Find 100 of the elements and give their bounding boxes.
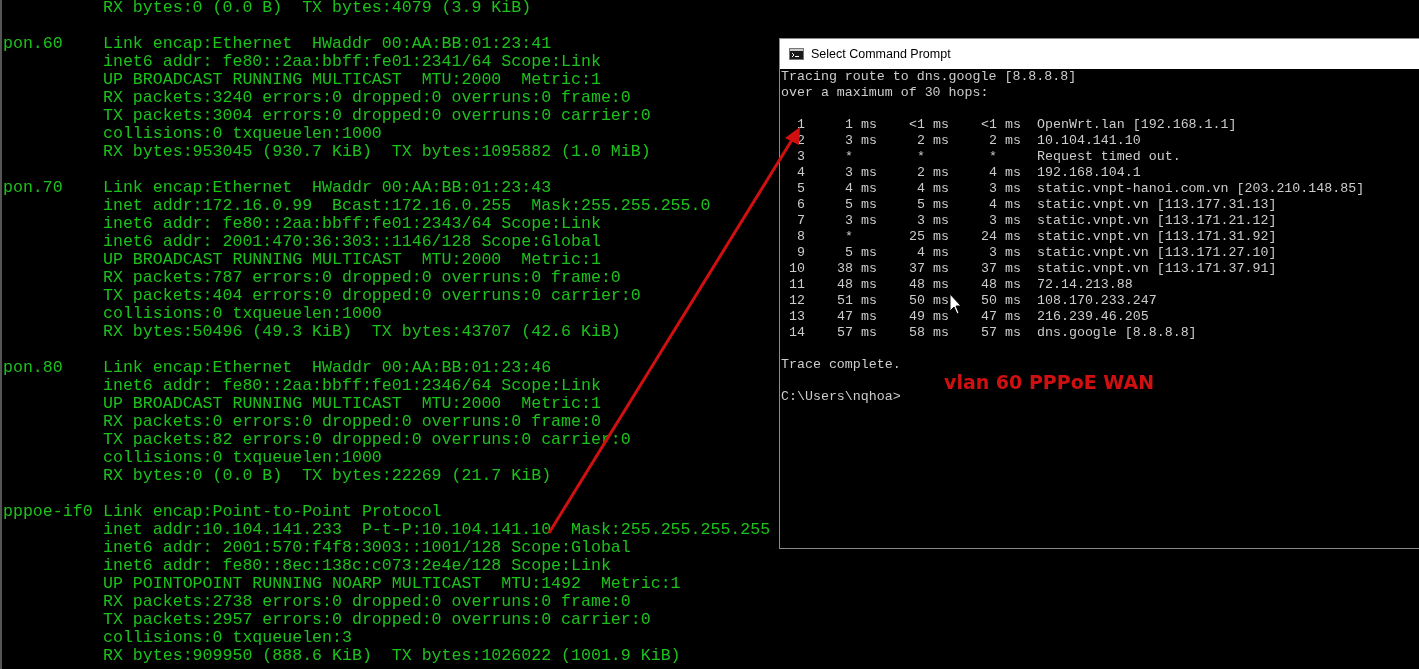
latency-unit: ms	[933, 181, 949, 197]
hop-number: 13	[789, 309, 805, 325]
hop-host: static.vnpt.vn [113.171.21.12]	[1037, 213, 1277, 229]
latency-value: 5	[845, 197, 854, 213]
latency-value: 3	[917, 213, 926, 229]
hop-host: 72.14.213.88	[1037, 277, 1133, 293]
hop-number: 4	[797, 165, 805, 181]
latency-value: 3	[845, 133, 854, 149]
output-line: Trace complete.	[781, 357, 901, 373]
latency-unit: ms	[861, 133, 877, 149]
hop-host: static.vnpt.vn [113.171.27.10]	[1037, 245, 1277, 261]
hop-host: static.vnpt.vn [113.177.31.13]	[1037, 197, 1277, 213]
latency-unit: ms	[933, 325, 949, 341]
terminal-line: collisions:0 txqueuelen:1000	[103, 305, 382, 323]
output-line: over a maximum of 30 hops:	[781, 85, 989, 101]
latency-unit: ms	[933, 165, 949, 181]
latency-value: 3	[989, 181, 998, 197]
terminal-line: inet addr:172.16.0.99 Bcast:172.16.0.255 Mask:255.255.255.0	[103, 197, 711, 215]
latency-value: 47	[837, 309, 854, 325]
latency-unit: ms	[861, 261, 877, 277]
hop-host: 192.168.104.1	[1037, 165, 1141, 181]
latency-value: 25	[909, 229, 926, 245]
latency-value: 3	[845, 213, 854, 229]
latency-unit: ms	[933, 277, 949, 293]
interface-name: pon.60	[3, 34, 63, 53]
latency-value: 5	[845, 245, 854, 261]
hop-host: 10.104.141.10	[1037, 133, 1141, 149]
terminal-line: inet6 addr: 2001:470:36:303::1146/128 Scope:Global	[103, 233, 601, 251]
latency-unit: ms	[861, 165, 877, 181]
latency-value: 57	[981, 325, 998, 341]
hop-number: 3	[797, 149, 805, 165]
terminal-line: RX bytes:953045 (930.7 KiB) TX bytes:1095882 (1.0 MiB)	[103, 143, 651, 161]
latency-unit: ms	[861, 245, 877, 261]
latency-value: 3	[989, 213, 998, 229]
latency-value: 48	[909, 277, 926, 293]
latency-value: *	[845, 149, 853, 165]
latency-unit: ms	[861, 181, 877, 197]
terminal-line: inet addr:10.104.141.233 P-t-P:10.104.141.10 Mask:255.255.255.255	[103, 521, 771, 539]
latency-value: 57	[837, 325, 854, 341]
latency-unit: ms	[933, 197, 949, 213]
terminal-line: UP POINTOPOINT RUNNING NOARP MULTICAST MTU:1492 Metric:1	[103, 575, 681, 593]
terminal-line: collisions:0 txqueuelen:3	[103, 629, 352, 647]
terminal-line: collisions:0 txqueuelen:1000	[103, 125, 382, 143]
terminal-line: inet6 addr: fe80::8ec:138c:c073:2e4e/128 Scope:Link	[103, 557, 611, 575]
hop-number: 9	[797, 245, 805, 261]
latency-unit: ms	[1005, 245, 1021, 261]
latency-unit: ms	[1005, 309, 1021, 325]
latency-value: 2	[989, 133, 998, 149]
latency-unit: ms	[1005, 197, 1021, 213]
hop-host: static.vnpt.vn [113.171.37.91]	[1037, 261, 1277, 277]
latency-value: 37	[909, 261, 926, 277]
latency-value: 4	[845, 181, 854, 197]
latency-value: 50	[981, 293, 998, 309]
latency-value: 4	[989, 165, 998, 181]
latency-value: 38	[837, 261, 854, 277]
latency-value: *	[845, 229, 853, 245]
latency-value: 3	[845, 165, 854, 181]
latency-value: <1	[909, 117, 926, 133]
latency-unit: ms	[1005, 181, 1021, 197]
latency-unit: ms	[933, 245, 949, 261]
latency-value: 24	[981, 229, 998, 245]
terminal-line: UP BROADCAST RUNNING MULTICAST MTU:2000 Metric:1	[103, 251, 601, 269]
hop-host: Request timed out.	[1037, 149, 1181, 165]
latency-value: 50	[909, 293, 926, 309]
command-prompt[interactable]: C:\Users\nqhoa>	[781, 389, 901, 405]
latency-value: 4	[917, 181, 926, 197]
latency-value: 48	[837, 277, 854, 293]
terminal-line: RX packets:0 errors:0 dropped:0 overruns:0 frame:0	[103, 413, 601, 431]
latency-unit: ms	[1005, 165, 1021, 181]
hop-host: 108.170.233.247	[1037, 293, 1157, 309]
hop-number: 6	[797, 197, 805, 213]
hop-host: OpenWrt.lan [192.168.1.1]	[1037, 117, 1237, 133]
latency-unit: ms	[1005, 277, 1021, 293]
terminal-line: Link encap:Ethernet HWaddr 00:AA:BB:01:23:46	[103, 359, 552, 377]
latency-unit: ms	[861, 117, 877, 133]
latency-unit: ms	[933, 117, 949, 133]
terminal-line: RX bytes:909950 (888.6 KiB) TX bytes:1026022 (1001.9 KiB)	[103, 647, 681, 665]
hop-number: 8	[797, 229, 805, 245]
window-title: Select Command Prompt	[811, 45, 951, 63]
terminal-line: Link encap:Ethernet HWaddr 00:AA:BB:01:23:41	[103, 35, 552, 53]
latency-unit: ms	[861, 325, 877, 341]
output-line: Tracing route to dns.google [8.8.8.8]	[781, 69, 1077, 85]
latency-unit: ms	[1005, 261, 1021, 277]
latency-unit: ms	[1005, 133, 1021, 149]
latency-value: 1	[845, 117, 854, 133]
hop-number: 5	[797, 181, 805, 197]
latency-unit: ms	[1005, 293, 1021, 309]
terminal-line: RX packets:2738 errors:0 dropped:0 overruns:0 frame:0	[103, 593, 631, 611]
latency-value: 2	[917, 165, 926, 181]
interface-name: pon.70	[3, 178, 63, 197]
latency-unit: ms	[861, 309, 877, 325]
hop-host: dns.google [8.8.8.8]	[1037, 325, 1197, 341]
terminal-line: TX packets:3004 errors:0 dropped:0 overruns:0 carrier:0	[103, 107, 651, 125]
annotation-label: vlan 60 PPPoE WAN	[944, 370, 1155, 395]
hop-number: 11	[789, 277, 805, 293]
mouse-cursor-icon	[949, 293, 962, 315]
latency-value: 3	[989, 245, 998, 261]
terminal-line: RX bytes:50496 (49.3 KiB) TX bytes:43707 (42.6 KiB)	[103, 323, 621, 341]
terminal-icon	[789, 48, 804, 60]
terminal-line: inet6 addr: fe80::2aa:bbff:fe01:2343/64 Scope:Link	[103, 215, 601, 233]
